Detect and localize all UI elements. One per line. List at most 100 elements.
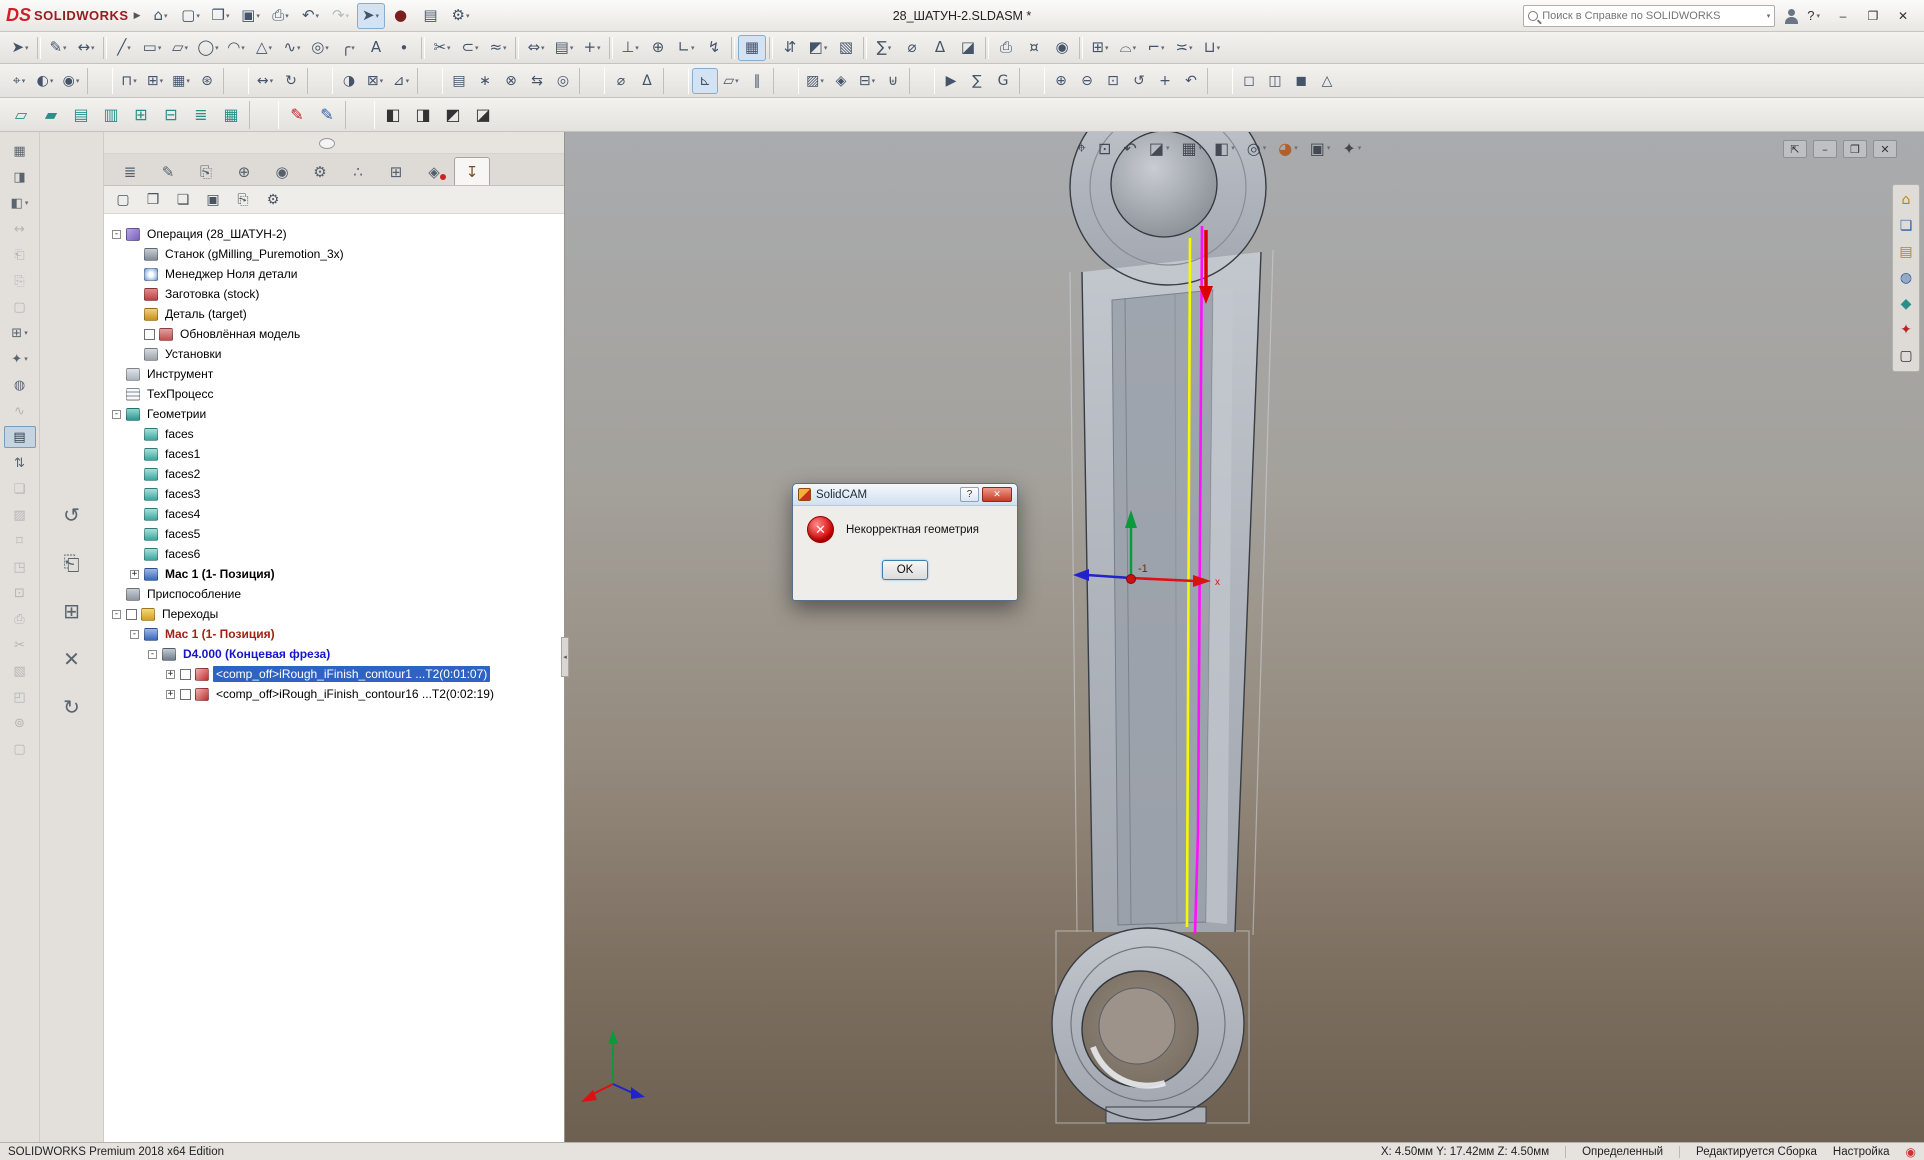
target-model-icon[interactable]: ◈ ▾ (828, 68, 854, 94)
expander-icon[interactable]: - (130, 630, 139, 639)
tree-item-label[interactable]: faces1 (162, 446, 203, 462)
separator[interactable]: ▾ (909, 68, 935, 94)
separator[interactable]: ▾ (307, 68, 333, 94)
mass-props-icon[interactable]: Δ ▾ (634, 68, 660, 94)
evaluate-icon[interactable]: ∑ ▾ (870, 35, 898, 61)
calculate-icon[interactable]: ∑ ▾ (964, 68, 990, 94)
hole-alignment-icon[interactable]: ◎ ▾ (550, 68, 576, 94)
trace-icon[interactable]: ∿ ▾ (4, 400, 36, 422)
tree-item[interactable]: faces1 (112, 444, 560, 464)
hide-show-icon[interactable]: ◎ ▾ (1247, 139, 1266, 158)
ok-button[interactable]: OK (882, 560, 928, 580)
dialog-titlebar[interactable]: SolidCAM ? ✕ (793, 484, 1017, 506)
scene-icon[interactable]: ▣ ▾ (1310, 139, 1331, 158)
cam-pocket-icon[interactable]: ◨ ▾ (408, 101, 438, 129)
zoom-in-icon[interactable]: ⊕ ▾ (1048, 68, 1074, 94)
tree-item[interactable]: Менеджер Ноля детали (112, 264, 560, 284)
rapid-sketch-icon[interactable]: ↯ ▾ (700, 35, 728, 61)
sensors-icon[interactable]: ◉ ▾ (1048, 35, 1076, 61)
spline-icon[interactable]: ∿ ▾ (278, 35, 306, 61)
box-icon[interactable]: ▢ ▾ (4, 738, 36, 760)
separator[interactable]: ▾ (87, 68, 113, 94)
edit-contour-red-icon[interactable]: ✎ ▾ (282, 101, 312, 129)
separator[interactable]: ▾ (731, 37, 735, 59)
tree-item[interactable]: ТехПроцесс (112, 384, 560, 404)
clearance-icon[interactable]: ⇆ ▾ (524, 68, 550, 94)
help-search-box[interactable]: ▾ (1523, 5, 1775, 27)
mass-properties-icon[interactable]: Δ ▾ (926, 35, 954, 61)
open-cam-part-icon[interactable]: ❒ (142, 189, 164, 211)
tree-item[interactable]: - Mac 1 (1- Позиция) (112, 624, 560, 644)
restore-icon[interactable]: ❐ (1843, 140, 1867, 158)
tree-item-label[interactable]: Mac 1 (1- Позиция) (162, 626, 278, 642)
section-properties-icon[interactable]: ◪ ▾ (954, 35, 982, 61)
measure-assembly-icon[interactable]: ⌀ ▾ (608, 68, 634, 94)
molecule-grid-icon[interactable]: ⊞ (54, 596, 90, 626)
edit-contour-blue-icon[interactable]: ✎ ▾ (312, 101, 342, 129)
tree-item[interactable]: Инструмент (112, 364, 560, 384)
refresh-lock-icon[interactable]: ↻ (54, 692, 90, 722)
options-list-icon[interactable]: ▤ ▾ (417, 3, 445, 29)
tree-item[interactable]: faces6 (112, 544, 560, 564)
cam-drill-icon[interactable]: ◪ ▾ (468, 101, 498, 129)
sketch-icon[interactable]: ✎ ▾ (44, 35, 72, 61)
tree-item-label[interactable]: Инструмент (144, 366, 216, 382)
separator[interactable]: ▾ (773, 68, 799, 94)
monitor-icon[interactable]: ▢ (1896, 346, 1916, 366)
tree-item[interactable]: Обновлённая модель (112, 324, 560, 344)
tab-configurationmanager[interactable]: ⎘ (188, 157, 224, 185)
tab-cam-operations[interactable]: ◈ (416, 157, 452, 185)
separator[interactable]: ▾ (1207, 68, 1233, 94)
fill-icon[interactable]: ▧ ▾ (4, 660, 36, 682)
sheet-metal-icon[interactable]: ⌐ ▾ (1142, 35, 1170, 61)
tab-cam-process[interactable]: ⊞ (378, 157, 414, 185)
hidden-lines-icon[interactable]: ◫ ▾ (1262, 68, 1288, 94)
instant2d-icon[interactable]: ⇵ ▾ (776, 35, 804, 61)
point-icon[interactable]: ∙ ▾ (390, 35, 418, 61)
blank-sheet-icon[interactable]: ▢ ▾ (4, 296, 36, 318)
reference-geometry-icon[interactable]: ⊿ ▾ (388, 68, 414, 94)
corner-icon[interactable]: ◰ ▾ (4, 686, 36, 708)
separator[interactable]: ▾ (249, 101, 279, 129)
export-dxf-icon[interactable]: ⎙ ▾ (992, 35, 1020, 61)
view-orientation-icon[interactable]: ▦ ▾ (1181, 139, 1202, 158)
tree-item-label[interactable]: Установки (162, 346, 224, 362)
expander-icon[interactable]: - (112, 410, 121, 419)
tree-item-label[interactable]: Станок (gMilling_Puremotion_3x) (162, 246, 347, 262)
dock-icon[interactable]: ⇱ (1783, 140, 1807, 158)
zoom-fit-icon[interactable]: ⊡ ▾ (1100, 68, 1126, 94)
cam-sections-icon[interactable]: ▦ ▾ (216, 101, 246, 129)
cam-tree-toggle-icon[interactable]: ▤ ▾ (4, 426, 36, 448)
tree-item[interactable]: faces (112, 424, 560, 444)
target-box-icon[interactable]: ⊡ ▾ (4, 582, 36, 604)
tree-item[interactable]: + <comp_off>iRough_iFinish_contour16 ...… (112, 684, 560, 704)
item-checkbox[interactable] (144, 329, 155, 340)
circle-icon[interactable]: ◯ ▾ (194, 35, 222, 61)
move-component-icon[interactable]: ↔ ▾ (252, 68, 278, 94)
rotate-component-icon[interactable]: ↻ ▾ (278, 68, 304, 94)
separator[interactable]: ▾ (1079, 37, 1083, 59)
tree-item-label[interactable]: Заготовка (stock) (162, 286, 262, 302)
tab-cam-feature-tree[interactable]: ∴ (340, 157, 376, 185)
panel-collapse-icon[interactable] (319, 138, 335, 149)
tree-item[interactable]: faces4 (112, 504, 560, 524)
layers-icon[interactable]: ❏ (1896, 216, 1916, 236)
tree-item-label[interactable]: ТехПроцесс (144, 386, 216, 402)
appearance-edit-icon[interactable]: ◕ ▾ (1278, 139, 1297, 158)
model-canvas[interactable]: -1 x (565, 132, 1924, 1142)
save-icon[interactable]: ▣ ▾ (237, 3, 265, 29)
view-palette-icon[interactable]: ▦ ▾ (4, 140, 36, 162)
convert-entities-icon[interactable]: ⊂ ▾ (456, 35, 484, 61)
tab-propertymanager[interactable]: ✎ (150, 157, 186, 185)
zoom-out-icon[interactable]: ⊖ ▾ (1074, 68, 1100, 94)
linear-pattern-icon[interactable]: ▤ ▾ (550, 35, 578, 61)
copy-icon[interactable]: ⎗ ▾ (4, 244, 36, 266)
menu-expand-icon[interactable]: ▶ (134, 10, 141, 21)
user-account-icon[interactable] (1783, 8, 1799, 24)
stock-definition-icon[interactable]: ▨ ▾ (802, 68, 828, 94)
shaded-icon[interactable]: ◼ ▾ (1288, 68, 1314, 94)
sketch-picture-icon[interactable]: ▧ ▾ (832, 35, 860, 61)
tree-item[interactable]: - Геометрии (112, 404, 560, 424)
ring-icon[interactable]: ⊚ ▾ (4, 712, 36, 734)
previous-view-icon[interactable]: ↶ ▾ (1178, 68, 1204, 94)
